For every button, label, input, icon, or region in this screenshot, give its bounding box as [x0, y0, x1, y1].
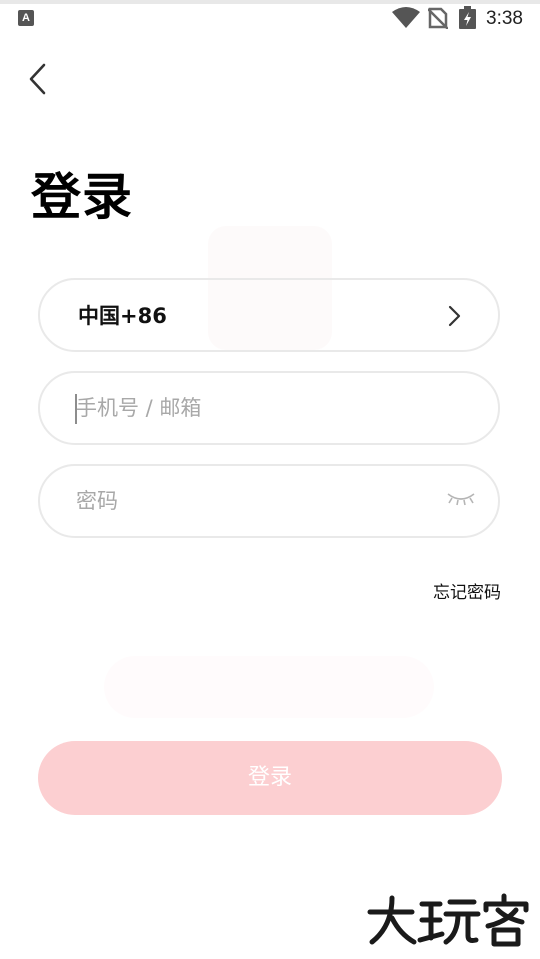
- back-button[interactable]: [22, 58, 56, 100]
- watermark-logo: [367, 893, 529, 947]
- background-placeholder-bar: [104, 656, 434, 718]
- password-field-wrapper: [38, 464, 500, 538]
- chevron-left-icon: [29, 63, 46, 95]
- country-code-selector[interactable]: 中国+86: [38, 278, 500, 352]
- forgot-password-link[interactable]: 忘记密码: [433, 578, 501, 603]
- status-bar: A 3:38: [0, 4, 540, 36]
- app-notification-icon: A: [18, 10, 34, 26]
- status-time: 3:38: [486, 8, 523, 29]
- country-code-label: 中国+86: [78, 304, 167, 328]
- battery-charging-icon: [459, 6, 476, 29]
- password-input[interactable]: [76, 466, 416, 536]
- text-caret: [75, 394, 77, 424]
- no-sim-icon: [428, 7, 448, 29]
- phone-email-input[interactable]: [76, 373, 416, 443]
- wifi-icon: [392, 7, 420, 28]
- chevron-right-icon: [448, 305, 461, 327]
- account-field-wrapper: [38, 371, 500, 445]
- page-title: 登录: [31, 168, 133, 226]
- login-button[interactable]: 登录: [38, 741, 502, 815]
- eye-closed-icon[interactable]: [446, 491, 476, 507]
